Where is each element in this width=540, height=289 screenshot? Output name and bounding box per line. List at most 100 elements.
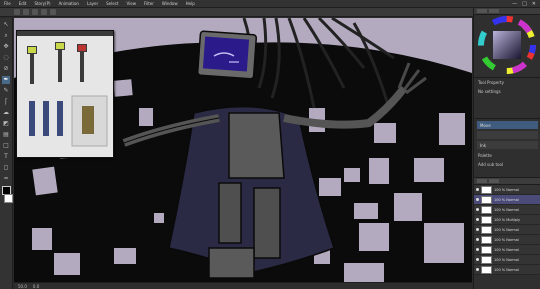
tab-layer[interactable] xyxy=(477,179,487,183)
sub-tool-item[interactable] xyxy=(477,131,538,139)
layer-name: 100 % Normal xyxy=(494,227,519,232)
add-sub-tool-row[interactable]: Add sub tool xyxy=(474,160,540,169)
new-icon[interactable] xyxy=(14,9,20,15)
layer-panel: 100 % Normal 100 % Normal 100 % Normal 100 … xyxy=(474,178,540,275)
palette-label: Palette xyxy=(478,153,492,158)
add-sub-tool-label: Add sub tool xyxy=(478,162,504,167)
menu-layer[interactable]: Layer xyxy=(83,1,102,6)
figure-icon[interactable]: □ xyxy=(2,142,10,150)
layer-name: 100 % Multiply xyxy=(494,217,521,222)
magnifier-icon[interactable]: ⌕ xyxy=(2,32,10,40)
tool-property-empty: No settings xyxy=(474,87,540,96)
layer-thumbnail xyxy=(481,235,492,244)
tool-property-title: Tool Property xyxy=(478,80,504,85)
zoom-readout[interactable]: 50.0 xyxy=(18,284,27,289)
menu-animation[interactable]: Animation xyxy=(55,1,83,6)
lasso-icon[interactable]: ◌ xyxy=(2,54,10,62)
window-controls: — □ ✕ xyxy=(512,1,540,7)
eye-icon[interactable] xyxy=(476,248,479,251)
eye-icon[interactable] xyxy=(476,268,479,271)
layer-row[interactable]: 100 % Normal xyxy=(474,185,540,195)
tool-property-header: Tool Property xyxy=(474,78,540,87)
pointer-icon[interactable]: ↖ xyxy=(2,21,10,29)
save-icon[interactable] xyxy=(32,9,38,15)
color-wheel[interactable] xyxy=(474,15,540,75)
layer-name: 100 % Normal xyxy=(494,237,519,242)
layer-thumbnail xyxy=(481,265,492,274)
open-icon[interactable] xyxy=(23,9,29,15)
layer-thumbnail xyxy=(481,195,492,204)
menu-story[interactable]: Story(P) xyxy=(30,1,54,6)
redo-icon[interactable] xyxy=(50,9,56,15)
menu-edit[interactable]: Edit xyxy=(15,1,31,6)
reference-subview[interactable] xyxy=(16,30,114,158)
color-panel-tabs xyxy=(474,8,540,15)
layer-name: 100 % Normal xyxy=(494,207,519,212)
blend-icon[interactable]: ≈ xyxy=(2,175,10,183)
layer-row[interactable]: 100 % Normal xyxy=(474,195,540,205)
menu-window[interactable]: Window xyxy=(158,1,182,6)
close-icon[interactable]: ✕ xyxy=(532,1,536,7)
no-settings-text: No settings xyxy=(478,89,501,94)
pencil-icon[interactable]: ✎ xyxy=(2,87,10,95)
eye-icon[interactable] xyxy=(476,218,479,221)
sub-tool-item[interactable]: Move xyxy=(477,121,538,129)
sub-tool-label: Move xyxy=(480,122,491,128)
layer-row[interactable]: 100 % Multiply xyxy=(474,215,540,225)
eye-icon[interactable] xyxy=(476,198,479,201)
layer-row[interactable]: 100 % Normal xyxy=(474,235,540,245)
menu-file[interactable]: File xyxy=(0,1,15,6)
sub-tool-item[interactable]: Ink xyxy=(477,141,538,149)
layer-name: 100 % Normal xyxy=(494,257,519,262)
menu-bar: File Edit Story(P) Animation Layer Selec… xyxy=(0,0,540,8)
sub-tool-panel: Move Ink Palette Add sub tool xyxy=(474,121,540,178)
brush-icon[interactable]: ʃ xyxy=(2,98,10,106)
layer-name: 100 % Normal xyxy=(494,267,519,272)
move-icon[interactable]: ✥ xyxy=(2,43,10,51)
layer-name: 100 % Normal xyxy=(494,187,519,192)
maximize-icon[interactable]: □ xyxy=(522,1,527,7)
layer-thumbnail xyxy=(481,215,492,224)
eye-icon[interactable] xyxy=(476,258,479,261)
menu-filter[interactable]: Filter xyxy=(140,1,158,6)
color-wheel-panel xyxy=(474,15,540,78)
eye-icon[interactable] xyxy=(476,228,479,231)
layer-row[interactable]: 100 % Normal xyxy=(474,205,540,215)
eye-icon[interactable] xyxy=(476,188,479,191)
rotation-readout[interactable]: 0.0 xyxy=(33,284,39,289)
menu-view[interactable]: View xyxy=(122,1,140,6)
airbrush-icon[interactable]: ☁ xyxy=(2,109,10,117)
layer-row[interactable]: 100 % Normal xyxy=(474,255,540,265)
eye-icon[interactable] xyxy=(476,208,479,211)
layer-name: 100 % Normal xyxy=(494,197,519,202)
right-dock: Tool Property No settings Move Ink Palet… xyxy=(473,8,540,289)
tab-layer-property[interactable] xyxy=(489,179,499,183)
layer-thumbnail xyxy=(481,255,492,264)
gradient-icon[interactable]: ▤ xyxy=(2,131,10,139)
palette-row: Palette xyxy=(474,151,540,160)
minimize-icon[interactable]: — xyxy=(512,1,517,7)
layer-thumbnail xyxy=(481,205,492,214)
reference-sheet-image xyxy=(17,36,113,157)
undo-icon[interactable] xyxy=(41,9,47,15)
layer-row[interactable]: 100 % Normal xyxy=(474,265,540,275)
tool-property-panel: Tool Property No settings xyxy=(474,78,540,119)
menu-help[interactable]: Help xyxy=(182,1,199,6)
layer-row[interactable]: 100 % Normal xyxy=(474,225,540,235)
eraser-icon[interactable]: ◻ xyxy=(2,164,10,172)
eyedropper-icon[interactable]: ⊘ xyxy=(2,65,10,73)
fill-icon[interactable]: ◩ xyxy=(2,120,10,128)
tab-color-wheel[interactable] xyxy=(477,9,487,13)
tab-color-set[interactable] xyxy=(489,9,499,13)
sub-tool-label: Ink xyxy=(480,142,487,148)
eye-icon[interactable] xyxy=(476,238,479,241)
tool-bar: ↖ ⌕ ✥ ◌ ⊘ ✒ ✎ ʃ ☁ ◩ ▤ □ T ◻ ≈ xyxy=(0,18,13,289)
pen-icon[interactable]: ✒ xyxy=(2,76,10,84)
layer-row[interactable]: 100 % Normal xyxy=(474,245,540,255)
menu-select[interactable]: Select xyxy=(102,1,122,6)
sub-color-swatch[interactable] xyxy=(3,194,13,203)
status-bar: 50.0 0.0 xyxy=(14,282,472,289)
layer-list: 100 % Normal 100 % Normal 100 % Normal 100 … xyxy=(474,185,540,275)
text-icon[interactable]: T xyxy=(2,153,10,161)
command-bar xyxy=(0,8,540,17)
